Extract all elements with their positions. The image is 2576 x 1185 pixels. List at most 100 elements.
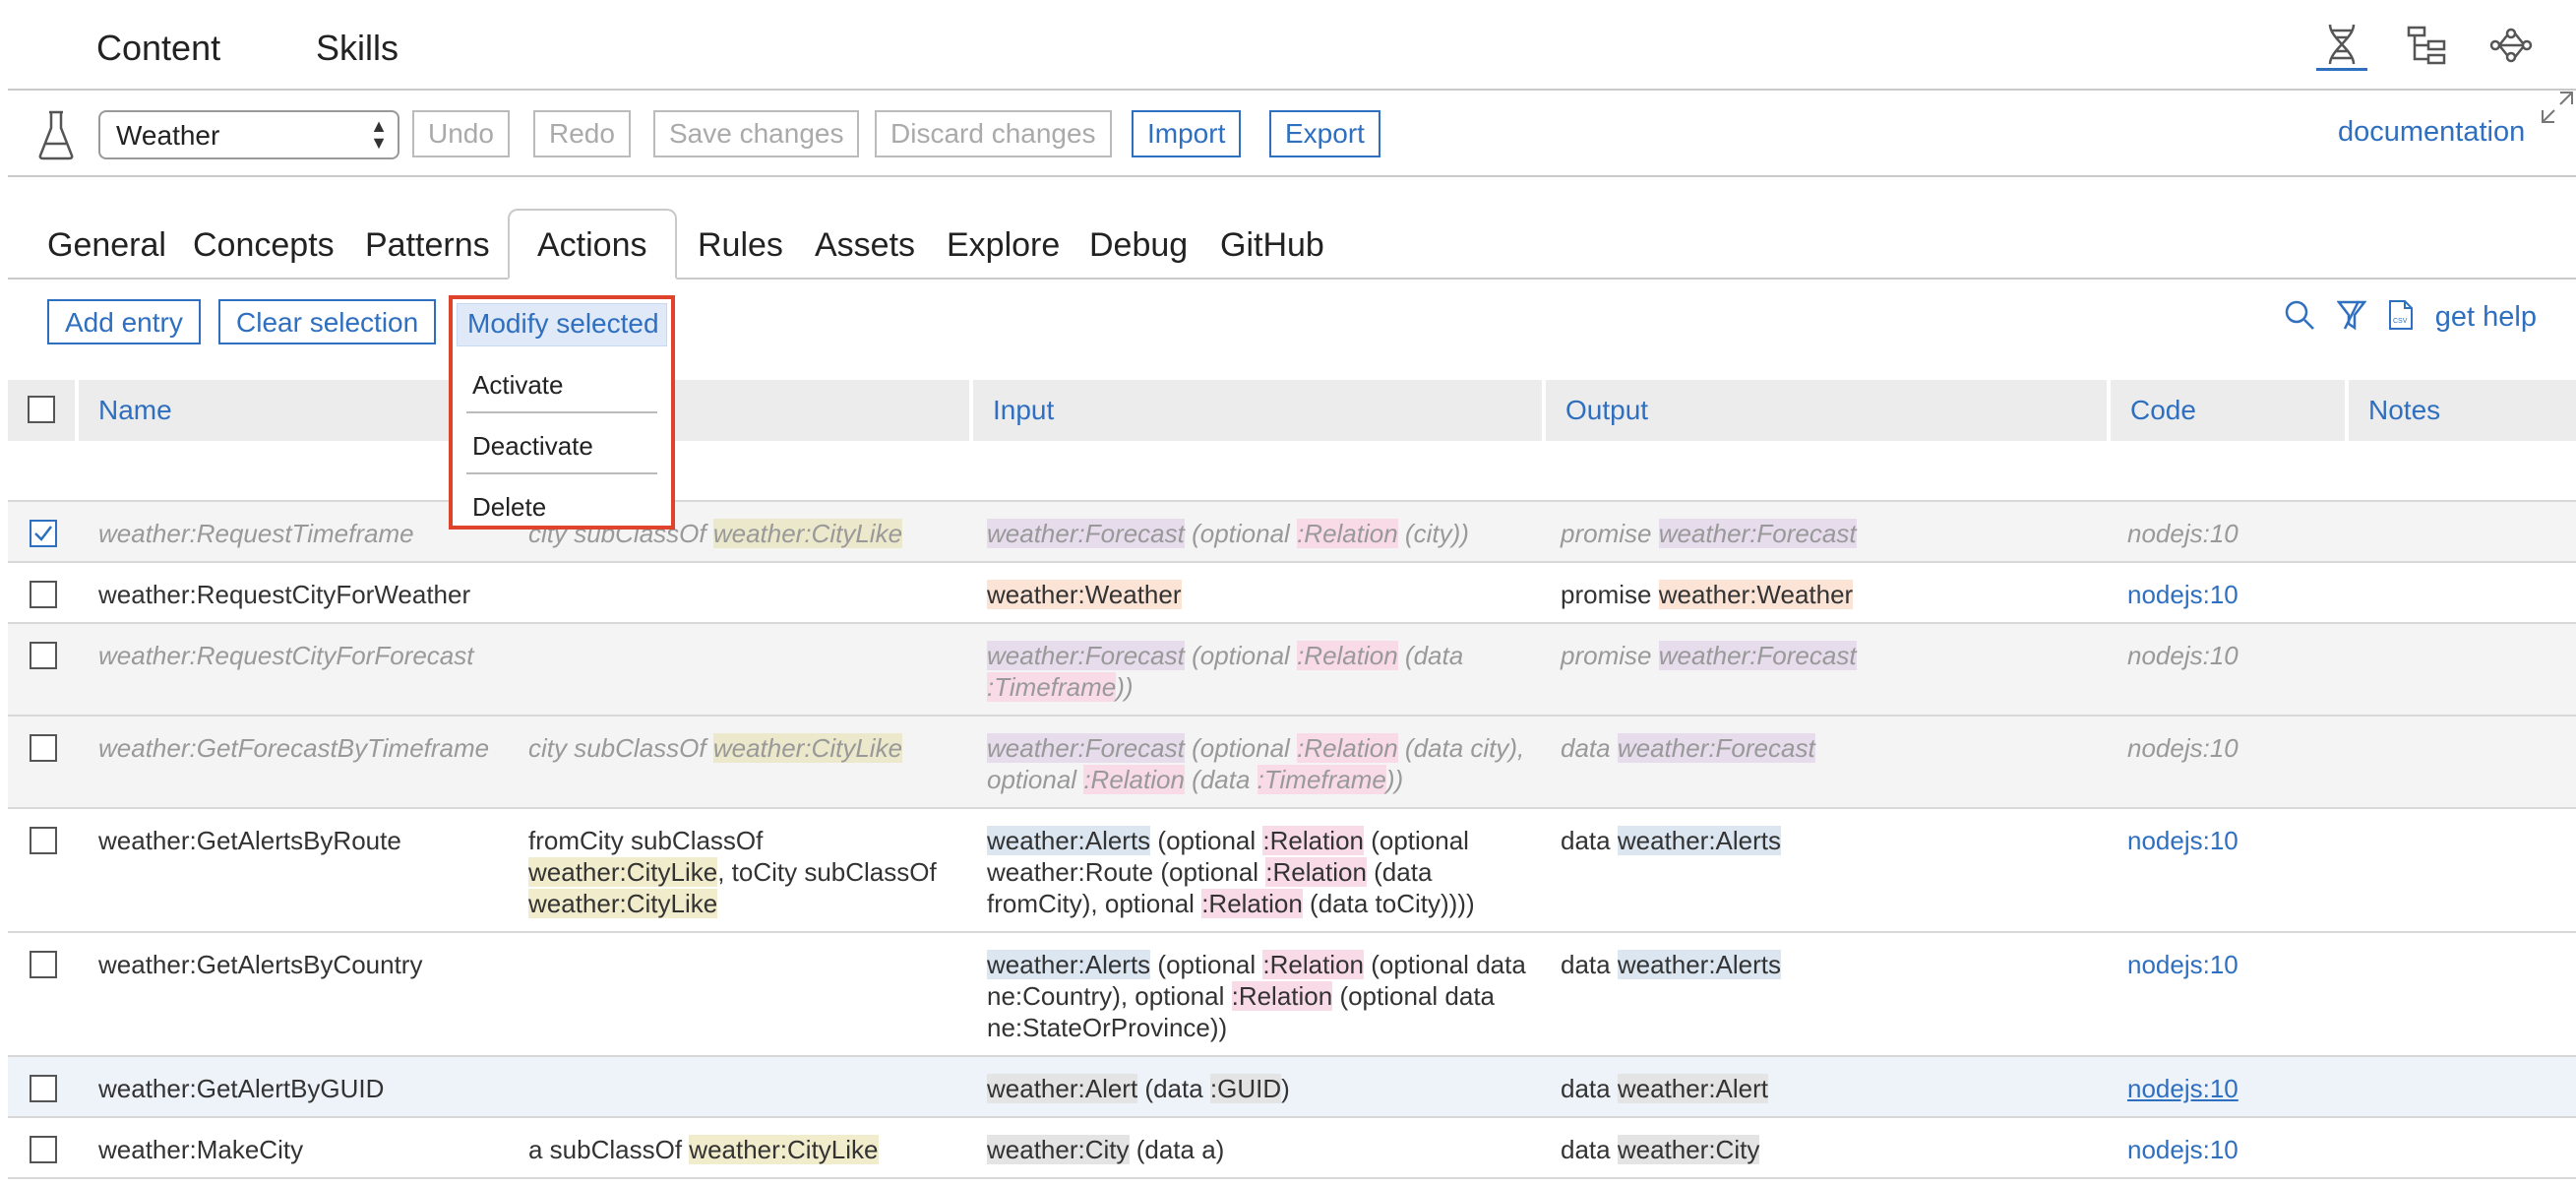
header-input[interactable]: Input <box>973 380 1546 441</box>
clear-selection-button[interactable]: Clear selection <box>218 299 437 344</box>
action-code[interactable]: nodejs:10 <box>2127 825 2239 856</box>
tab-content[interactable]: Content <box>96 28 220 69</box>
table-row[interactable]: weather:GetAlertsByRoute fromCity subCla… <box>8 809 2576 933</box>
tab-patterns[interactable]: Patterns <box>365 226 490 265</box>
tab-actions[interactable]: Actions <box>508 209 677 280</box>
row-checkbox[interactable] <box>30 827 57 854</box>
tab-github[interactable]: GitHub <box>1220 226 1324 265</box>
menu-item-activate[interactable]: Activate <box>453 354 671 413</box>
menu-item-delete[interactable]: Delete <box>453 476 671 535</box>
save-changes-button[interactable]: Save changes <box>653 110 860 157</box>
add-entry-button[interactable]: Add entry <box>47 299 201 344</box>
action-output: data weather:Alert <box>1561 1074 1769 1103</box>
action-name: weather:GetForecastByTimeframe <box>98 733 490 763</box>
action-code[interactable]: nodejs:10 <box>2127 1134 2239 1165</box>
table-row[interactable]: weather:RequestTimeframe city subClassOf… <box>8 502 2576 563</box>
undo-button[interactable]: Undo <box>412 110 510 157</box>
action-code[interactable]: nodejs:10 <box>2127 579 2239 610</box>
table-row[interactable]: weather:GetAlertsByCountry weather:Alert… <box>8 933 2576 1057</box>
action-output: data weather:Forecast <box>1561 733 1815 763</box>
tab-debug[interactable]: Debug <box>1089 226 1188 265</box>
action-input: weather:City (data a) <box>987 1135 1225 1164</box>
svg-text:CSV: CSV <box>2393 318 2408 325</box>
tab-explore[interactable]: Explore <box>947 226 1060 265</box>
action-name: weather:RequestCityForForecast <box>98 641 474 670</box>
action-output: promise weather:Forecast <box>1561 519 1857 548</box>
action-input: weather:Weather <box>987 580 1182 609</box>
action-input: weather:Alert (data :GUID) <box>987 1074 1290 1103</box>
action-output: promise weather:Weather <box>1561 580 1854 609</box>
row-checkbox[interactable] <box>30 1075 57 1102</box>
row-checkbox[interactable] <box>30 642 57 669</box>
select-arrows-icon: ▲ ▼ <box>370 116 388 153</box>
tree-icon[interactable] <box>2401 20 2452 71</box>
skill-subtabs: General Concepts Patterns Actions Rules … <box>8 177 2576 280</box>
row-checkbox[interactable] <box>30 1136 57 1163</box>
action-code[interactable]: nodejs:10 <box>2127 1073 2239 1104</box>
filter-row <box>8 441 2576 502</box>
action-input: weather:Alerts (optional :Relation (opti… <box>987 950 1526 1042</box>
network-icon[interactable] <box>2485 20 2537 71</box>
skill-select[interactable]: Weather ▲ ▼ <box>98 110 399 159</box>
action-code[interactable]: nodejs:10 <box>2127 949 2239 980</box>
action-name: weather:MakeCity <box>98 1135 304 1164</box>
action-name: weather:RequestTimeframe <box>98 519 414 548</box>
action-conditions: city subClassOf weather:CityLike <box>528 733 903 763</box>
table-row[interactable]: weather:MakeCity a subClassOf weather:Ci… <box>8 1118 2576 1179</box>
redo-button[interactable]: Redo <box>533 110 631 157</box>
menu-item-deactivate[interactable]: Deactivate <box>453 415 671 474</box>
import-button[interactable]: Import <box>1132 110 1242 157</box>
menu-divider <box>466 411 657 413</box>
table-tools: CSV get help <box>2284 299 2537 336</box>
table-row[interactable]: weather:RequestCityForWeather weather:We… <box>8 563 2576 624</box>
discard-changes-button[interactable]: Discard changes <box>875 110 1112 157</box>
row-checkbox[interactable] <box>30 520 57 547</box>
action-conditions: a subClassOf weather:CityLike <box>528 1135 879 1164</box>
csv-file-icon[interactable]: CSV <box>2388 299 2414 336</box>
skill-toolbar: Weather ▲ ▼ Undo Redo Save changes Discar… <box>8 91 2576 177</box>
expand-icon[interactable] <box>2541 91 2574 129</box>
action-code[interactable]: nodejs:10 <box>2127 640 2239 671</box>
export-button[interactable]: Export <box>1269 110 1380 157</box>
top-navigation: Content Skills <box>8 0 2576 91</box>
row-checkbox[interactable] <box>30 734 57 762</box>
table-row[interactable]: weather:RequestCityForForecast weather:F… <box>8 624 2576 717</box>
action-input: weather:Forecast (optional :Relation (da… <box>987 641 1464 702</box>
action-code[interactable]: nodejs:10 <box>2127 518 2239 549</box>
flask-icon[interactable] <box>37 108 75 166</box>
action-input: weather:Forecast (optional :Relation (da… <box>987 733 1525 794</box>
action-conditions: fromCity subClassOf weather:CityLike, toC… <box>528 826 937 918</box>
table-row[interactable]: weather:GetForecastByTimeframe city subC… <box>8 717 2576 809</box>
table-header: Name Input Output Code Notes <box>8 380 2576 441</box>
header-code[interactable]: Code <box>2111 380 2349 441</box>
documentation-link[interactable]: documentation <box>2338 116 2525 149</box>
tab-rules[interactable]: Rules <box>698 226 783 265</box>
tab-general[interactable]: General <box>47 226 166 265</box>
tab-skills[interactable]: Skills <box>316 28 399 69</box>
header-notes[interactable]: Notes <box>2349 380 2576 441</box>
modify-selected-dropdown: Modify selected Activate Deactivate Dele… <box>449 295 675 530</box>
get-help-link[interactable]: get help <box>2435 301 2537 334</box>
table-row[interactable]: weather:GetAlertByGUID weather:Alert (da… <box>8 1057 2576 1118</box>
header-output[interactable]: Output <box>1546 380 2111 441</box>
action-input: weather:Forecast (optional :Relation (ci… <box>987 519 1469 548</box>
action-code[interactable]: nodejs:10 <box>2127 732 2239 764</box>
tab-concepts[interactable]: Concepts <box>193 226 335 265</box>
dna-icon[interactable] <box>2316 20 2367 71</box>
action-output: promise weather:Forecast <box>1561 641 1857 670</box>
modify-selected-button[interactable]: Modify selected <box>457 303 667 346</box>
action-name: weather:GetAlertByGUID <box>98 1074 385 1103</box>
action-input: weather:Alerts (optional :Relation (opti… <box>987 826 1475 918</box>
action-output: data weather:Alerts <box>1561 950 1782 979</box>
select-all-checkbox[interactable] <box>28 396 55 423</box>
tab-assets[interactable]: Assets <box>815 226 915 265</box>
action-output: data weather:City <box>1561 1135 1760 1164</box>
action-name: weather:GetAlertsByCountry <box>98 950 423 979</box>
row-checkbox[interactable] <box>30 581 57 608</box>
search-icon[interactable] <box>2284 299 2315 336</box>
row-checkbox[interactable] <box>30 951 57 978</box>
header-select-all <box>8 380 79 441</box>
filter-icon[interactable] <box>2336 299 2367 336</box>
action-output: data weather:Alerts <box>1561 826 1782 855</box>
menu-divider <box>466 472 657 474</box>
